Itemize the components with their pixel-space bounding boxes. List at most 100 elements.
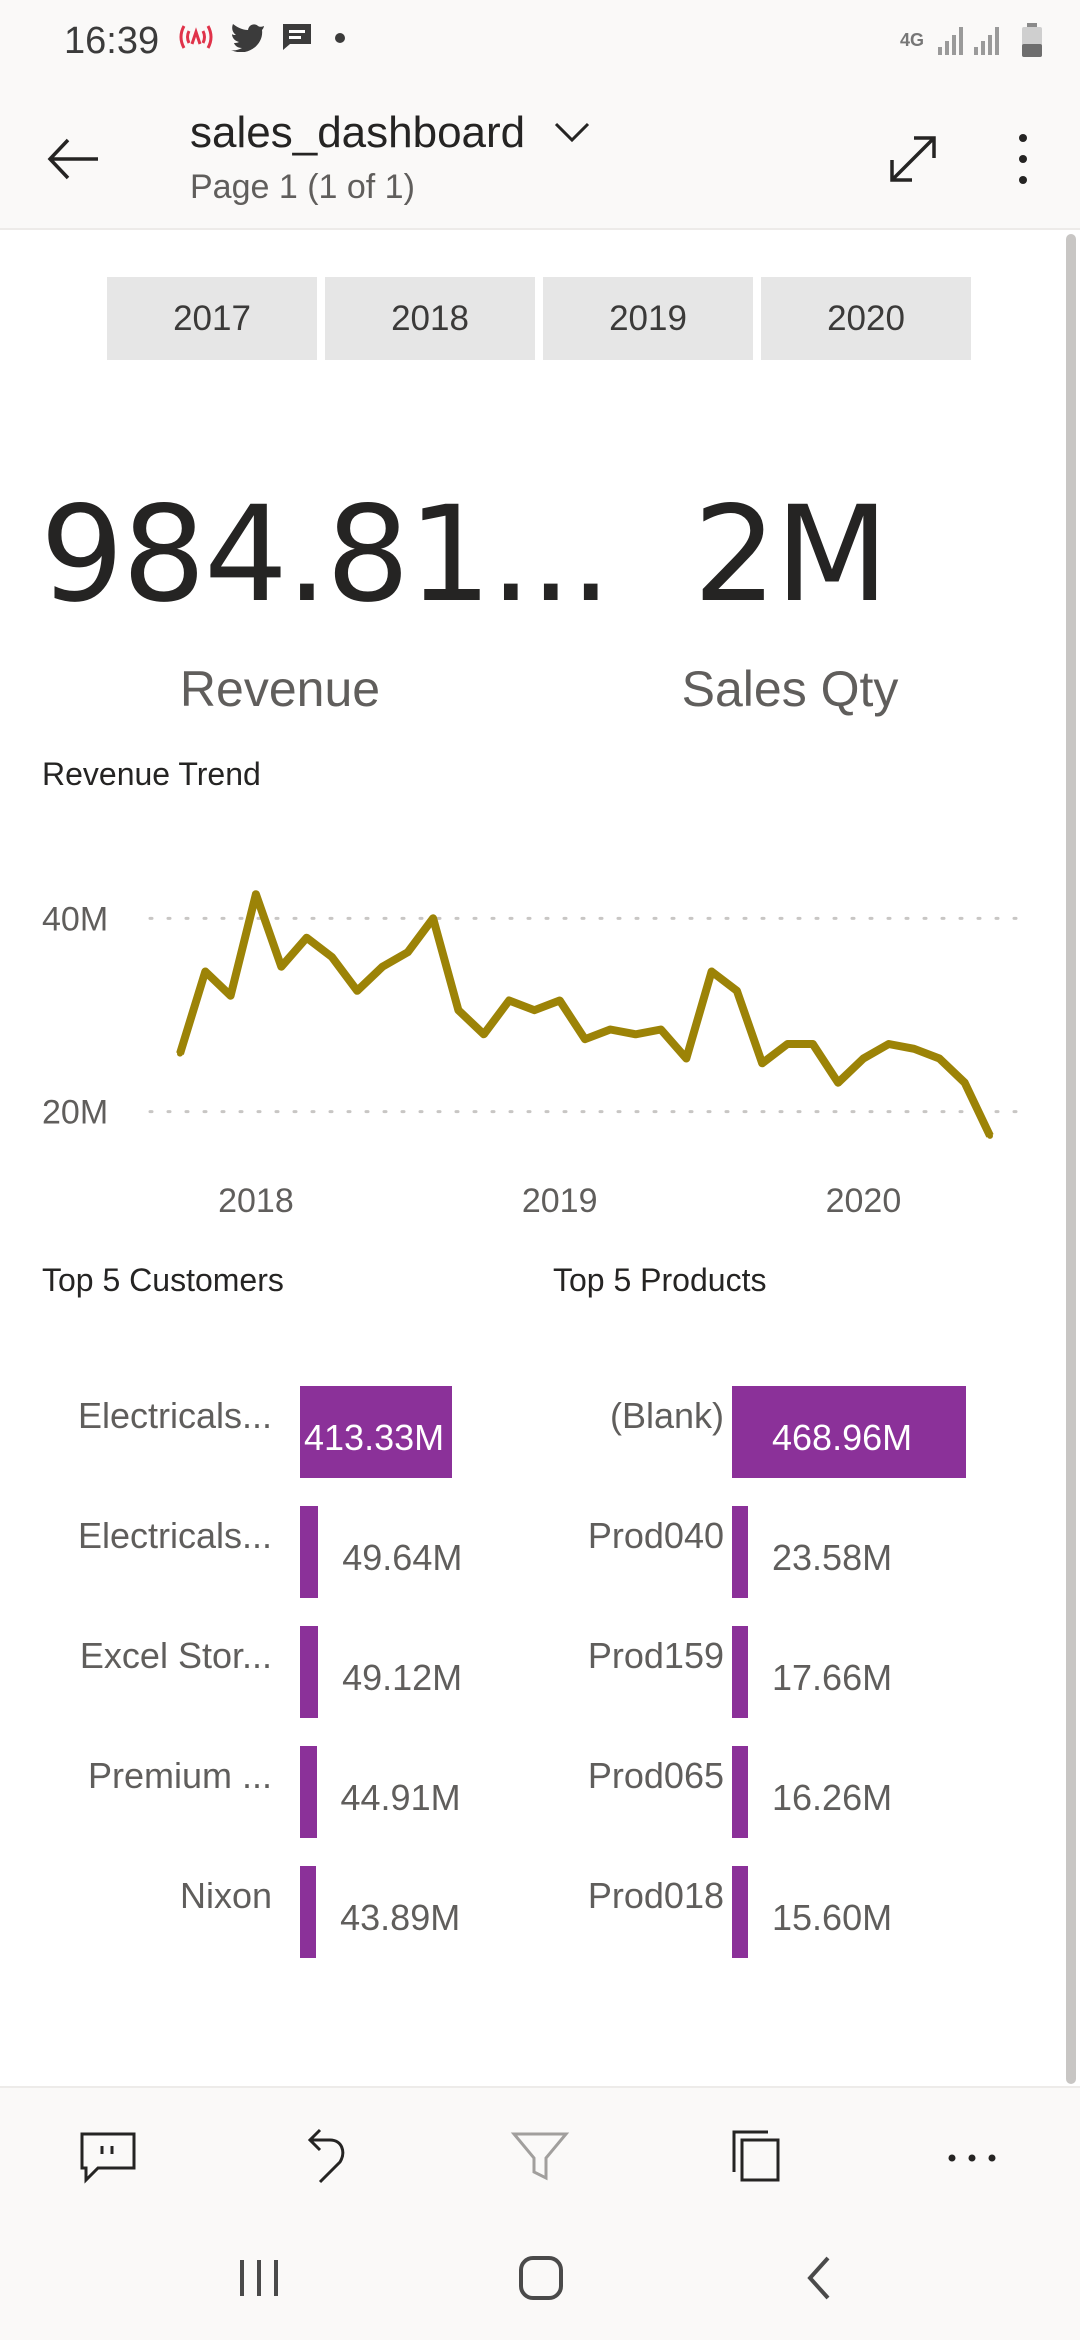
trend-data-point[interactable]: [708, 968, 715, 975]
customer-bar-row[interactable]: Excel Stor... 49.12M: [0, 1610, 520, 1718]
trend-data-point[interactable]: [759, 1060, 766, 1067]
customer-bar-label: Electricals...: [77, 1515, 272, 1556]
trend-data-point[interactable]: [911, 1045, 918, 1052]
bottom-toolbar: [0, 2086, 1080, 2216]
trend-data-point[interactable]: [506, 997, 513, 1004]
trend-data-point[interactable]: [860, 1055, 867, 1062]
customer-bar-label: Nixon: [179, 1875, 272, 1916]
trend-data-point[interactable]: [582, 1036, 588, 1043]
chevron-down-icon[interactable]: [552, 118, 592, 148]
trend-data-point[interactable]: [733, 987, 740, 994]
revenue-value: 984.81...: [40, 478, 612, 632]
customer-bar[interactable]: [300, 1506, 319, 1598]
customer-bar[interactable]: [300, 1626, 319, 1718]
trend-data-point[interactable]: [885, 1041, 892, 1047]
x-tick-label: 2020: [826, 1182, 902, 1220]
customer-bar-value: 413.33M: [304, 1417, 445, 1458]
trend-data-point[interactable]: [607, 1026, 614, 1033]
trend-data-point[interactable]: [809, 1041, 816, 1047]
status-system-icons: 4G: [900, 22, 1044, 58]
trend-data-point[interactable]: [531, 1007, 538, 1014]
network-type: 4G: [899, 29, 924, 50]
product-bar[interactable]: [732, 1506, 748, 1598]
year-2017-button[interactable]: 2017: [107, 277, 317, 360]
status-bar: 16:39 4G: [0, 0, 1080, 84]
product-bar-value: 15.60M: [772, 1897, 893, 1938]
top-products-title: Top 5 Products: [553, 1262, 767, 1298]
customer-bar-row[interactable]: Premium ... 44.91M: [0, 1730, 520, 1838]
comment-icon[interactable]: [76, 2124, 140, 2188]
customer-bar-row[interactable]: Electricals... 413.33M: [0, 1370, 520, 1478]
trend-data-point[interactable]: [252, 891, 259, 898]
more-vertical-icon[interactable]: [1000, 124, 1046, 194]
trend-data-point[interactable]: [987, 1132, 993, 1139]
trend-data-point[interactable]: [430, 915, 437, 922]
trend-data-point[interactable]: [328, 954, 335, 960]
trend-data-point[interactable]: [835, 1079, 842, 1086]
year-2019-button[interactable]: 2019: [543, 277, 753, 360]
report-title[interactable]: sales_dashboard: [190, 108, 525, 158]
dot-icon: [335, 33, 345, 43]
back-nav-icon[interactable]: [786, 2246, 856, 2310]
revenue-card[interactable]: 984.81... Revenue: [40, 478, 612, 718]
trend-data-point[interactable]: [354, 987, 361, 994]
scrollbar[interactable]: [1066, 234, 1076, 2084]
product-bar-row[interactable]: Prod159 17.66M: [520, 1610, 1060, 1718]
product-bar[interactable]: [732, 1626, 748, 1718]
product-bar-row[interactable]: Prod018 15.60M: [520, 1850, 1060, 1958]
trend-data-point[interactable]: [177, 1050, 183, 1057]
trend-data-point[interactable]: [202, 968, 209, 975]
more-horizontal-icon[interactable]: [940, 2124, 1004, 2188]
sales-qty-label: Sales Qty: [681, 661, 899, 717]
customer-bar-row[interactable]: Nixon 43.89M: [0, 1850, 520, 1958]
trend-data-point[interactable]: [936, 1055, 943, 1062]
product-bar-value: 468.96M: [772, 1417, 913, 1458]
customer-bar-row[interactable]: Electricals... 49.64M: [0, 1490, 520, 1598]
customer-bar[interactable]: [300, 1866, 317, 1958]
customer-bar[interactable]: [300, 1746, 317, 1838]
home-icon[interactable]: [506, 2246, 576, 2310]
trend-data-point[interactable]: [961, 1079, 968, 1086]
trend-data-point[interactable]: [683, 1055, 690, 1062]
product-bar-label: Prod040: [587, 1515, 724, 1556]
y-tick-label: 20M: [42, 1094, 108, 1132]
revenue-label: Revenue: [179, 661, 381, 717]
trend-data-point[interactable]: [379, 963, 386, 970]
filter-icon[interactable]: [508, 2124, 572, 2188]
y-tick-label: 40M: [42, 900, 108, 938]
pages-icon[interactable]: [724, 2124, 788, 2188]
trend-data-point[interactable]: [278, 963, 285, 970]
trend-data-point[interactable]: [632, 1031, 639, 1038]
trend-data-point[interactable]: [404, 949, 411, 956]
trend-data-point[interactable]: [657, 1026, 664, 1033]
product-bar-label: Prod018: [587, 1875, 724, 1916]
product-bar-row[interactable]: Prod065 16.26M: [520, 1730, 1060, 1838]
year-2018-button[interactable]: 2018: [325, 277, 535, 360]
trend-data-point[interactable]: [480, 1031, 487, 1038]
report-title-area[interactable]: sales_dashboard Page 1 (1 of 1): [190, 108, 592, 207]
product-bar[interactable]: [732, 1866, 748, 1958]
sales-qty-card[interactable]: 2M Sales Qty: [620, 480, 960, 718]
back-arrow-icon[interactable]: [40, 124, 110, 194]
product-bar[interactable]: [732, 1746, 748, 1838]
trend-data-point[interactable]: [556, 997, 563, 1004]
trend-data-point[interactable]: [784, 1041, 791, 1047]
page-indicator: Page 1 (1 of 1): [190, 168, 415, 206]
revenue-trend-chart[interactable]: 20M 40M 2018 2019 2020: [0, 830, 1060, 1230]
top-customers-chart[interactable]: Electricals... 413.33M Electricals... 49.64…: [0, 1370, 520, 1970]
revenue-trend-line[interactable]: [176, 890, 994, 1138]
product-bar-value: 23.58M: [772, 1537, 893, 1578]
customer-bar-label: Excel Stor...: [79, 1635, 272, 1676]
product-bar-row[interactable]: Prod040 23.58M: [520, 1490, 1060, 1598]
product-bar-row[interactable]: (Blank) 468.96M: [520, 1370, 1060, 1478]
trend-data-point[interactable]: [303, 934, 310, 941]
x-tick-label: 2019: [522, 1182, 598, 1220]
recent-apps-icon[interactable]: [224, 2246, 294, 2310]
trend-data-point[interactable]: [455, 1007, 462, 1014]
undo-icon[interactable]: [292, 2124, 356, 2188]
top-products-chart[interactable]: (Blank) 468.96M Prod040 23.58M Prod159 17.66M…: [520, 1370, 1060, 1970]
trend-data-point[interactable]: [227, 992, 234, 999]
expand-icon[interactable]: [878, 124, 948, 194]
year-2020-button[interactable]: 2020: [761, 277, 971, 360]
customer-bar-value: 49.64M: [342, 1537, 463, 1578]
